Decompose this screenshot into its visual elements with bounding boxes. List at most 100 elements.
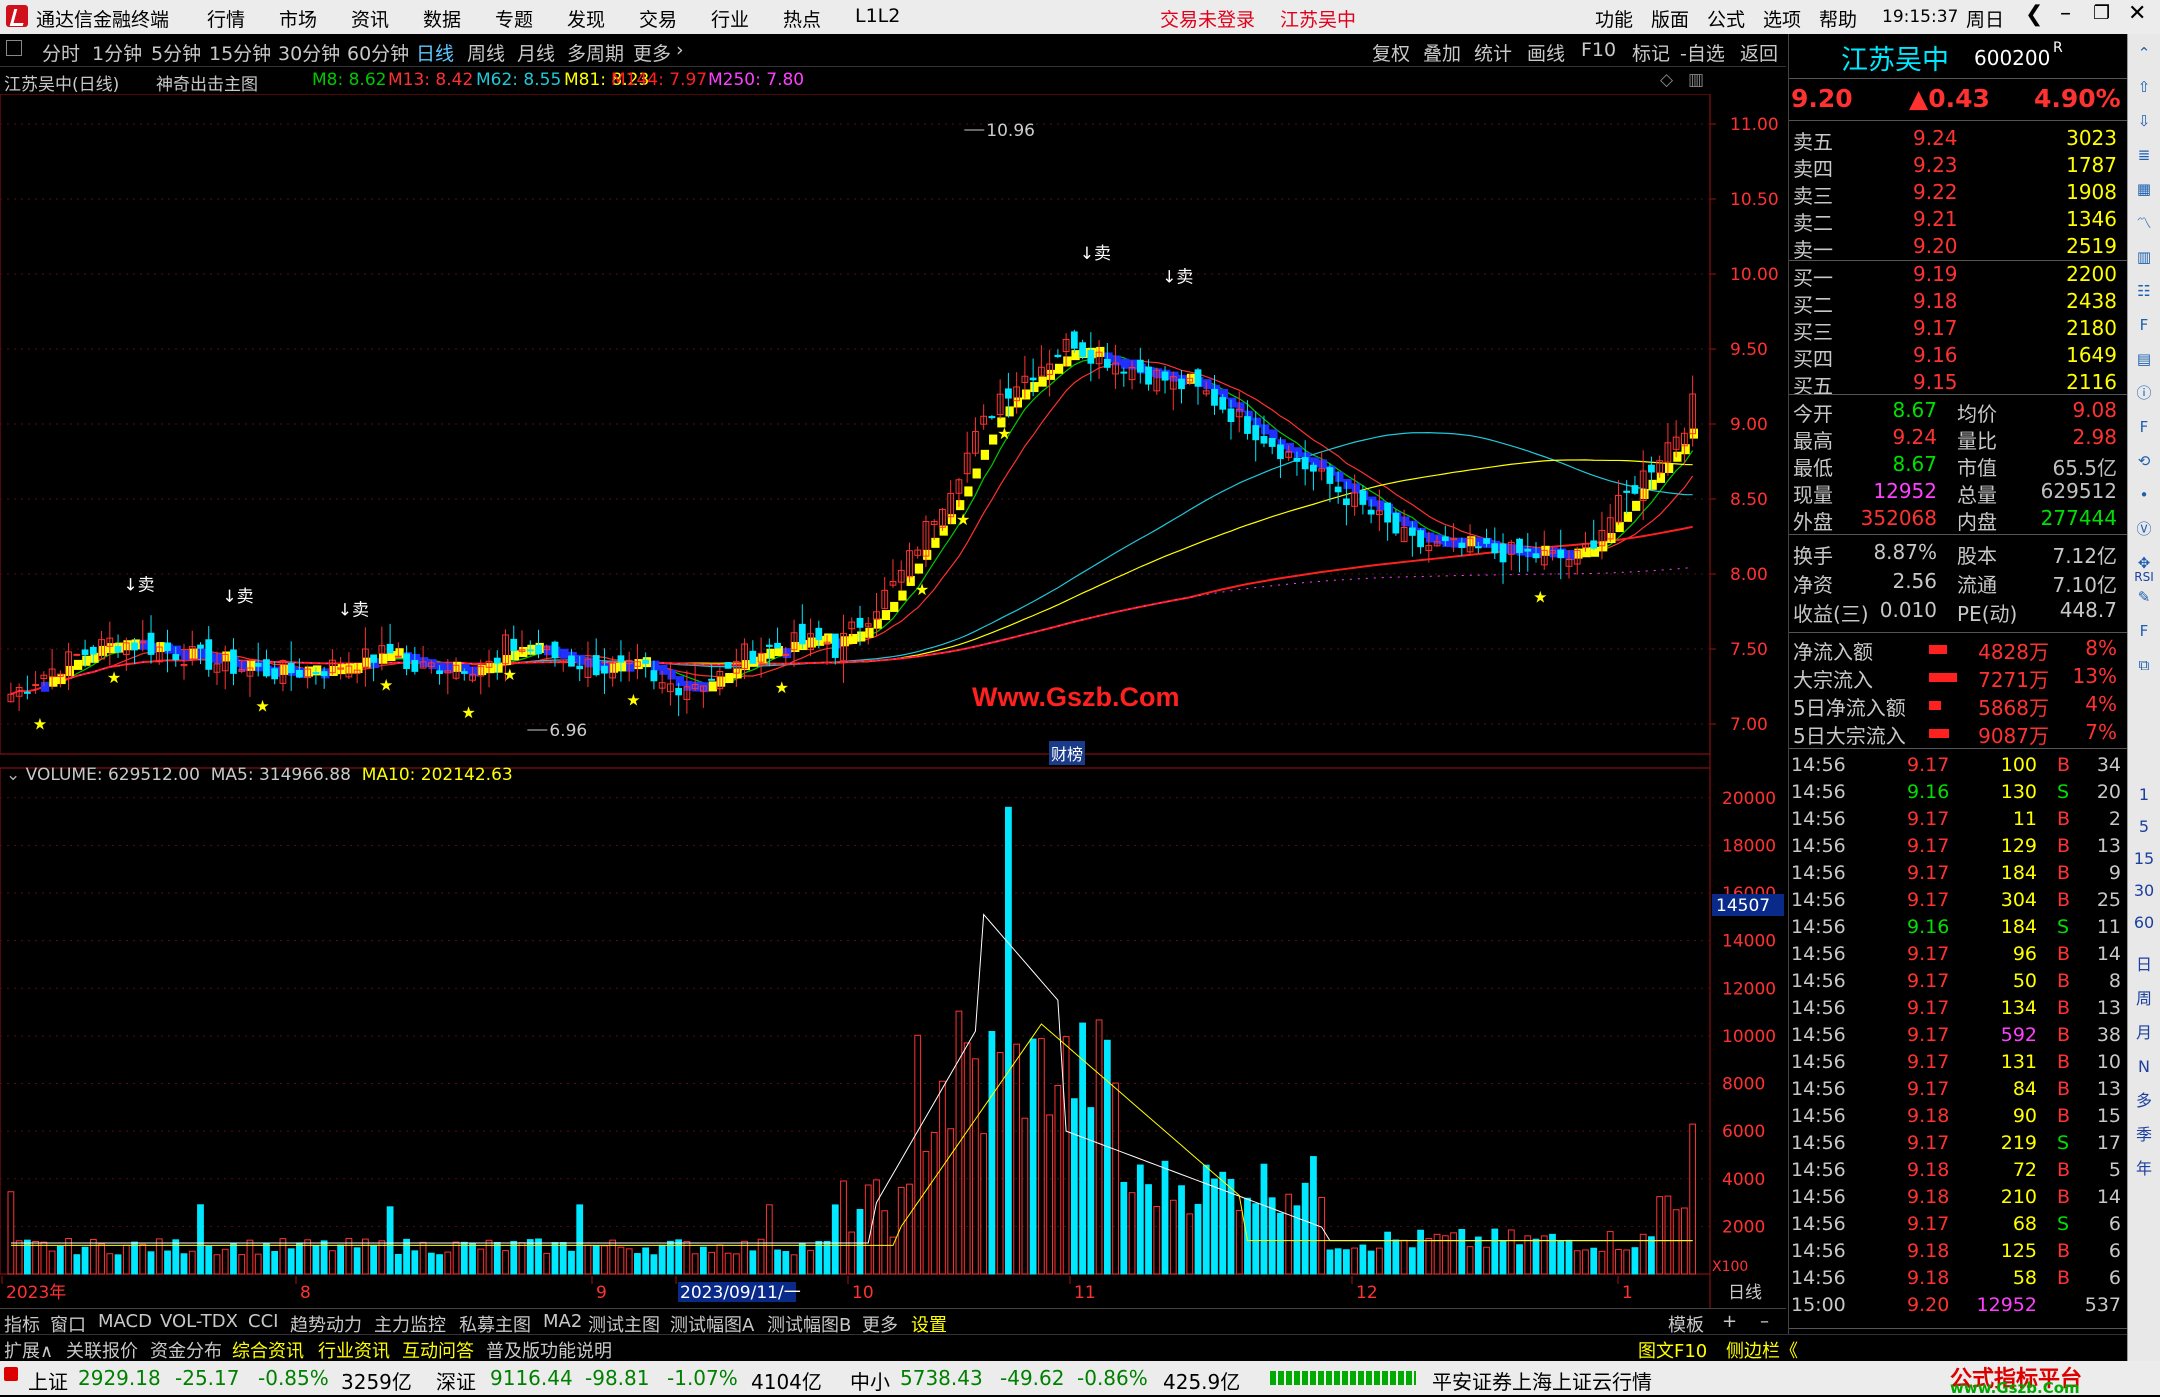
info-icon[interactable]: ⓘ — [2132, 382, 2156, 404]
tool-draw[interactable]: 画线 — [1527, 39, 1565, 66]
menu-discover[interactable]: 发现 — [567, 5, 605, 32]
tool-adjust[interactable]: 复权 — [1372, 39, 1410, 66]
tick-row[interactable]: 14:56 9.18 125 B 6 — [1789, 1240, 2127, 1267]
menu-market[interactable]: 市场 — [279, 5, 317, 32]
indicator-tab[interactable]: VOL-TDX — [160, 1311, 238, 1332]
table-icon[interactable]: ☷ — [2132, 280, 2156, 302]
tick-row[interactable]: 14:56 9.18 90 B 15 — [1789, 1105, 2127, 1132]
tool-f10[interactable]: F10 — [1581, 39, 1616, 61]
tool-stats[interactable]: 统计 — [1474, 39, 1512, 66]
sidebar-toggle[interactable]: 侧边栏《 — [1726, 1337, 1798, 1363]
minimize-icon[interactable]: – — [2060, 1, 2071, 26]
bid-row[interactable]: 买五 9.15 2116 — [1789, 370, 2127, 398]
side-label[interactable]: 月 — [2132, 1022, 2156, 1044]
tool-back[interactable]: 返回 — [1740, 39, 1778, 66]
tick-row[interactable]: 14:56 9.16 130 S 20 — [1789, 781, 2127, 808]
side-label[interactable]: N — [2132, 1056, 2156, 1078]
period-intraday[interactable]: 分时 — [42, 39, 80, 66]
extension-tab[interactable]: 行业资讯 — [318, 1337, 390, 1363]
refresh-icon[interactable]: ⟲ — [2132, 450, 2156, 472]
remove-icon[interactable]: – — [1760, 1311, 1769, 1332]
menu-layout[interactable]: 版面 — [1651, 5, 1689, 32]
chevron-up-icon[interactable]: ⌃ — [2132, 42, 2156, 64]
rsi-icon[interactable]: • — [2132, 484, 2156, 506]
kline-chart[interactable]: 10.96 6.96 ↓卖 ↓卖 ↓卖 ↓卖 ↓卖 ★ ★ ★ ★ ★ ★ ★ ★ ★ ★ ★ ★ 11.00 10… — [0, 94, 1786, 1308]
menu-help[interactable]: 帮助 — [1819, 5, 1857, 32]
tick-row[interactable]: 14:56 9.18 210 B 14 — [1789, 1186, 2127, 1213]
bid-row[interactable]: 买三 9.17 2180 — [1789, 316, 2127, 344]
side-label[interactable]: 30 — [2132, 880, 2156, 902]
ask-row[interactable]: 卖一 9.20 2519 — [1789, 234, 2127, 262]
panel-toggle-icon[interactable] — [6, 40, 22, 56]
tick-row[interactable]: 14:56 9.17 219 S 17 — [1789, 1132, 2127, 1159]
tick-row[interactable]: 14:56 9.17 592 B 38 — [1789, 1024, 2127, 1051]
tick-row[interactable]: 14:56 9.17 304 B 25 — [1789, 889, 2127, 916]
tick-row[interactable]: 15:00 9.20 12952 537 — [1789, 1294, 2127, 1321]
ask-row[interactable]: 卖四 9.23 1787 — [1789, 153, 2127, 181]
side-label[interactable]: 1 — [2132, 784, 2156, 806]
extension-tab[interactable]: 资金分布 — [150, 1337, 222, 1363]
login-status[interactable]: 交易未登录 — [1160, 5, 1255, 32]
period-multi[interactable]: 多周期 — [567, 39, 624, 66]
restore-icon[interactable]: ❐ — [2093, 2, 2110, 24]
arrow-up-icon[interactable]: ⇧ — [2132, 76, 2156, 98]
period-monthly[interactable]: 月线 — [517, 39, 555, 66]
finance-list-marker[interactable]: 财榜 — [1049, 741, 1086, 765]
v-icon[interactable]: Ⓥ — [2132, 518, 2156, 540]
extension-tab[interactable]: 互动问答 — [402, 1337, 474, 1363]
extension-tab[interactable]: 普及版功能说明 — [486, 1337, 612, 1363]
side-label[interactable]: 年 — [2132, 1158, 2156, 1180]
back-icon[interactable]: ❮ — [2025, 2, 2043, 27]
tool-overlay[interactable]: 叠加 — [1423, 39, 1461, 66]
menu-topics[interactable]: 专题 — [495, 5, 533, 32]
bid-row[interactable]: 买二 9.18 2438 — [1789, 289, 2127, 317]
ask-row[interactable]: 卖二 9.21 1346 — [1789, 207, 2127, 235]
tick-row[interactable]: 14:56 9.17 96 B 14 — [1789, 943, 2127, 970]
panel-icon[interactable]: ▥ — [1688, 70, 1704, 90]
period-15min[interactable]: 15分钟 — [209, 39, 271, 66]
layers-icon[interactable]: ⧉ — [2132, 654, 2156, 676]
tick-row[interactable]: 14:56 9.17 131 B 10 — [1789, 1051, 2127, 1078]
extension-tab[interactable]: 综合资讯 — [232, 1337, 304, 1363]
tick-row[interactable]: 14:56 9.17 129 B 13 — [1789, 835, 2127, 862]
close-icon[interactable]: ✕ — [2128, 1, 2146, 26]
period-more[interactable]: 更多 — [633, 39, 671, 66]
tool-watchlist[interactable]: -自选 — [1680, 39, 1725, 66]
menu-industry[interactable]: 行业 — [711, 5, 749, 32]
period-daily[interactable]: 日线 — [416, 39, 454, 66]
period-30min[interactable]: 30分钟 — [278, 39, 340, 66]
index-sz-name[interactable]: 深证 — [436, 1366, 476, 1395]
tick-row[interactable]: 14:56 9.16 184 S 11 — [1789, 916, 2127, 943]
indicator-tab[interactable]: MACD — [98, 1311, 152, 1332]
menu-function[interactable]: 功能 — [1595, 5, 1633, 32]
indicator-tab[interactable]: CCI — [248, 1311, 278, 1332]
chevron-right-icon[interactable]: › — [676, 39, 684, 61]
ask-row[interactable]: 卖三 9.22 1908 — [1789, 180, 2127, 208]
tick-row[interactable]: 14:56 9.18 72 B 5 — [1789, 1159, 2127, 1186]
formula-name[interactable]: 神奇出击主图 — [156, 70, 258, 95]
grid-icon[interactable]: ▦ — [2132, 178, 2156, 200]
side-label[interactable]: 60 — [2132, 912, 2156, 934]
add-icon[interactable]: + — [1722, 1311, 1737, 1332]
line-chart-icon[interactable]: 〽 — [2132, 212, 2156, 234]
menu-news[interactable]: 资讯 — [351, 5, 389, 32]
candle-icon[interactable]: ▥ — [2132, 246, 2156, 268]
tick-row[interactable]: 14:56 9.17 100 B 34 — [1789, 754, 2127, 781]
f2-icon[interactable]: F — [2132, 416, 2156, 438]
extension-tab[interactable]: 扩展∧ — [4, 1337, 53, 1363]
menu-formula[interactable]: 公式 — [1707, 5, 1745, 32]
diamond-icon[interactable]: ◇ — [1660, 70, 1673, 90]
bid-row[interactable]: 买一 9.19 2200 — [1789, 262, 2127, 290]
index-sh-name[interactable]: 上证 — [28, 1366, 68, 1395]
pen-icon[interactable]: ✎ — [2132, 586, 2156, 608]
vol-arrow-icon[interactable]: ⌄ — [6, 765, 26, 785]
f10-text-button[interactable]: 图文F10 — [1638, 1337, 1707, 1363]
doc-icon[interactable]: ▤ — [2132, 348, 2156, 370]
side-label[interactable]: 日 — [2132, 954, 2156, 976]
index-sme-name[interactable]: 中小 — [850, 1366, 890, 1395]
side-label[interactable]: 多 — [2132, 1090, 2156, 1112]
side-label[interactable]: 周 — [2132, 988, 2156, 1010]
list-icon[interactable]: ≣ — [2132, 144, 2156, 166]
tick-row[interactable]: 14:56 9.18 58 B 6 — [1789, 1267, 2127, 1294]
menu-data[interactable]: 数据 — [423, 5, 461, 32]
